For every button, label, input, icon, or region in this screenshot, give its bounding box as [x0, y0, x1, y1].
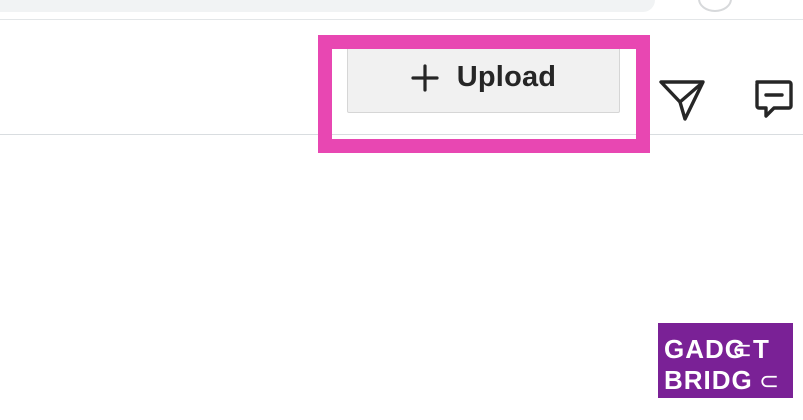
search-bar-edge[interactable] — [0, 0, 655, 12]
svg-text:T: T — [753, 334, 769, 364]
svg-text:BRIDG: BRIDG — [664, 365, 753, 395]
upload-button-label: Upload — [456, 61, 557, 93]
page: Upload GADG ⊂ T BRIDG ⊂ — [0, 0, 803, 420]
toolbar: Upload — [0, 20, 803, 153]
account-avatar-edge[interactable] — [698, 0, 732, 12]
svg-text:⊂: ⊂ — [732, 337, 752, 364]
send-icon[interactable] — [657, 77, 707, 123]
plus-icon — [411, 63, 439, 92]
gadget-bridge-logo: GADG ⊂ T BRIDG ⊂ — [658, 323, 793, 398]
top-bar — [0, 0, 803, 20]
comment-icon[interactable] — [752, 78, 794, 120]
upload-button[interactable]: Upload — [347, 42, 620, 113]
svg-text:⊂: ⊂ — [759, 368, 779, 395]
